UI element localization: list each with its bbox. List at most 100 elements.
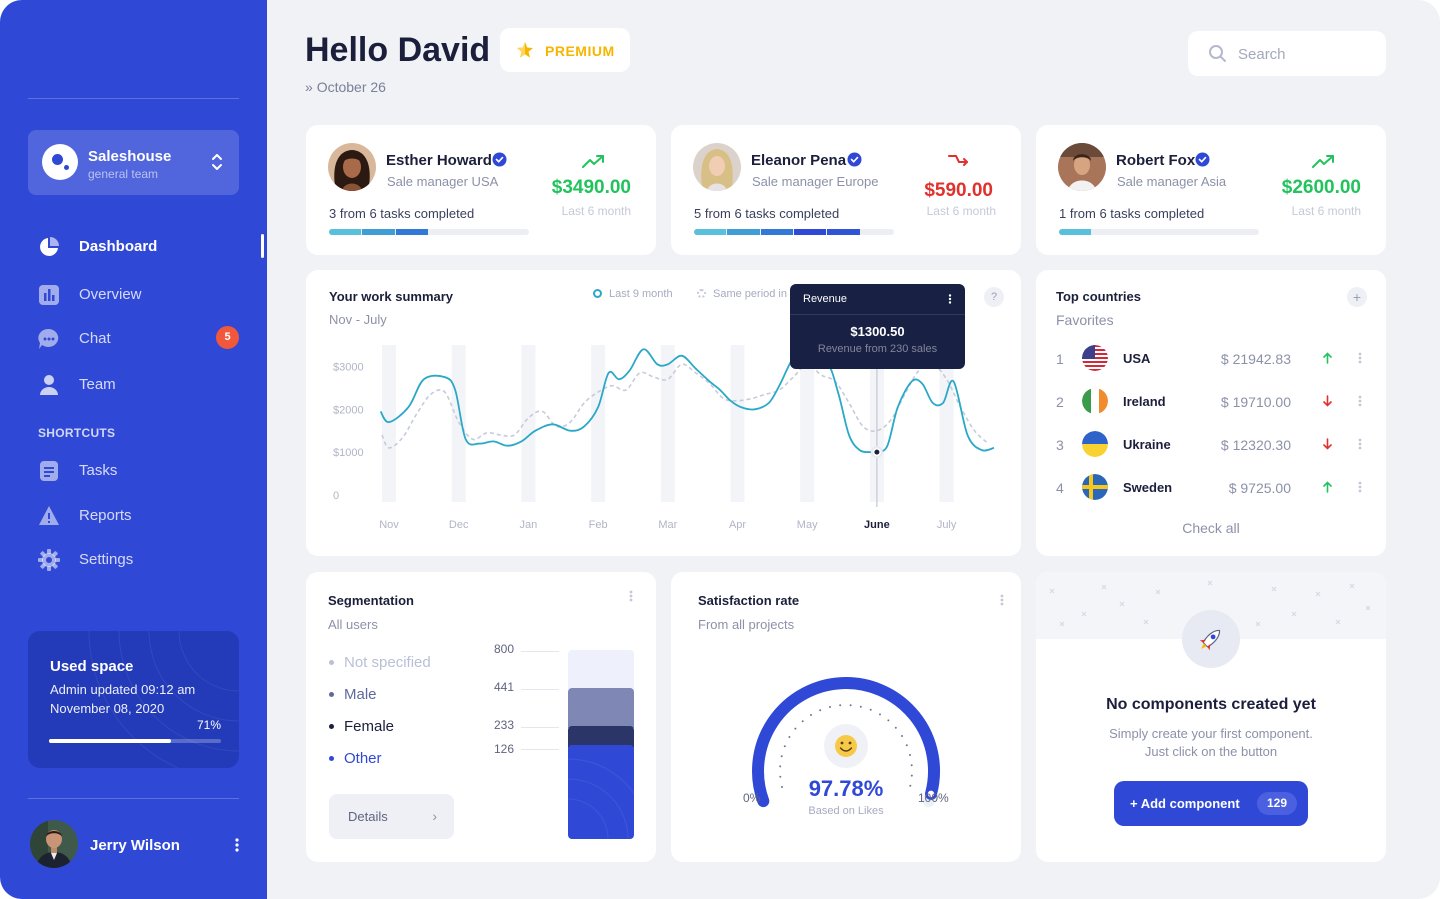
rocket-icon xyxy=(1182,610,1240,668)
country-row[interactable]: 3 Ukraine $ 12320.30 xyxy=(1036,429,1386,459)
dashboard-window: Saleshouse general team Dashboard Overvi… xyxy=(0,0,1440,899)
segment-bar-not-specified xyxy=(568,650,634,690)
y-tick-label: $1000 xyxy=(333,447,364,459)
country-rank: 3 xyxy=(1056,437,1064,453)
segment-label: Other xyxy=(344,750,382,767)
search-input[interactable] xyxy=(1238,42,1373,66)
task-progress-text: 3 from 6 tasks completed xyxy=(329,206,475,221)
used-space-percent: 71% xyxy=(196,718,221,732)
segment-bar-male xyxy=(568,688,634,728)
nav-label: Chat xyxy=(79,330,111,347)
page-title: Hello David xyxy=(305,31,491,69)
details-label: Details xyxy=(348,809,388,824)
task-progress-bar xyxy=(329,229,529,235)
kebab-menu-icon[interactable] xyxy=(1358,438,1362,450)
add-country-button[interactable]: + xyxy=(1347,287,1367,307)
user-menu-icon[interactable] xyxy=(234,838,240,852)
nav-label: Tasks xyxy=(79,462,118,479)
nav-item-tasks[interactable]: Tasks xyxy=(38,458,248,484)
sales-value: $3490.00 xyxy=(551,177,631,198)
segmentation-card: Segmentation All users Not specified Mal… xyxy=(306,572,656,862)
nav-item-reports[interactable]: Reports xyxy=(38,503,248,529)
usa-flag-icon xyxy=(1082,345,1108,371)
x-tick-label: July xyxy=(937,519,957,531)
manager-card[interactable]: Robert Fox Sale manager Asia 1 from 6 ta… xyxy=(1036,125,1386,255)
sidebar-divider xyxy=(28,98,239,99)
gear-icon xyxy=(38,549,60,571)
gauge-max-label: 100% xyxy=(918,791,949,805)
manager-role: Sale manager Asia xyxy=(1117,174,1227,189)
team-switcher[interactable]: Saleshouse general team xyxy=(28,130,239,195)
star-icon xyxy=(517,42,533,58)
component-count-badge: 129 xyxy=(1257,792,1297,815)
team-subtitle: general team xyxy=(88,167,159,181)
y-tick-label: $3000 xyxy=(333,361,364,373)
country-row[interactable]: 2 Ireland $ 19710.00 xyxy=(1036,386,1386,416)
gauge-tick xyxy=(779,765,782,768)
segment-value: 126 xyxy=(493,742,514,756)
nav-label: Settings xyxy=(79,551,134,568)
progress-segment xyxy=(362,229,395,235)
nav-item-overview[interactable]: Overview xyxy=(38,282,248,308)
manager-card[interactable]: Eleanor Pena Sale manager Europe 5 from … xyxy=(671,125,1021,255)
used-space-date: November 08, 2020 xyxy=(50,701,165,716)
premium-badge[interactable]: PREMIUM xyxy=(500,28,630,72)
nav-item-settings[interactable]: Settings xyxy=(38,547,248,573)
bar-chart-icon xyxy=(39,285,59,305)
manager-card[interactable]: Esther Howard Sale manager USA 3 from 6 … xyxy=(306,125,656,255)
manager-role: Sale manager Europe xyxy=(752,174,879,189)
add-component-button[interactable]: + Add component 129 xyxy=(1114,781,1308,826)
nav-item-dashboard[interactable]: Dashboard xyxy=(38,234,248,260)
details-button[interactable]: Details › xyxy=(329,794,454,839)
gauge-tick xyxy=(801,720,804,723)
country-row[interactable]: 4 Sweden $ 9725.00 xyxy=(1036,472,1386,502)
sales-value: $2600.00 xyxy=(1281,177,1361,198)
current-date: » October 26 xyxy=(305,79,386,95)
smiley-icon xyxy=(835,735,857,757)
kebab-menu-icon[interactable] xyxy=(948,294,952,304)
progress-segment xyxy=(760,229,793,235)
ukraine-flag-icon xyxy=(1082,431,1108,457)
trend-up-icon xyxy=(582,155,604,168)
manager-name: Robert Fox xyxy=(1116,152,1196,169)
segment-value: 233 xyxy=(493,718,514,732)
segment-leader-line xyxy=(521,651,559,652)
chart-tooltip: Revenue $1300.50 Revenue from 230 sales xyxy=(790,284,965,369)
country-row[interactable]: 1 USA $ 21942.83 xyxy=(1036,343,1386,373)
gauge-tick xyxy=(894,726,897,729)
x-tick-label: May xyxy=(797,519,818,531)
check-all-link[interactable]: Check all xyxy=(1036,520,1386,536)
avatar xyxy=(30,820,78,868)
sales-period: Last 6 month xyxy=(926,204,996,218)
nav-label: Dashboard xyxy=(79,238,158,255)
sales-value: $590.00 xyxy=(924,180,993,201)
current-user[interactable]: Jerry Wilson xyxy=(30,820,245,870)
kebab-menu-icon[interactable] xyxy=(1358,481,1362,493)
team-name: Saleshouse xyxy=(88,148,172,165)
smiley-eye xyxy=(848,741,852,745)
chat-unread-badge: 5 xyxy=(216,326,239,349)
kebab-menu-icon[interactable] xyxy=(1358,395,1362,407)
gauge-tick xyxy=(849,704,852,707)
task-progress-text: 5 from 6 tasks completed xyxy=(694,206,840,221)
top-countries-title: Top countries xyxy=(1056,289,1141,304)
used-space-title: Used space xyxy=(50,658,134,675)
nav-item-team[interactable]: Team xyxy=(38,372,248,398)
gauge-tick xyxy=(901,735,903,737)
gauge-tick xyxy=(879,713,881,716)
progress-segment xyxy=(395,229,428,235)
verified-badge-icon xyxy=(492,152,507,167)
used-space-updated: Admin updated 09:12 am xyxy=(50,682,196,697)
used-space-progress xyxy=(49,739,221,743)
search-box[interactable] xyxy=(1188,31,1386,76)
warning-icon xyxy=(39,506,59,525)
kebab-menu-icon[interactable] xyxy=(1000,594,1004,606)
country-amount: $ 21942.83 xyxy=(1220,351,1291,367)
kebab-menu-icon[interactable] xyxy=(629,590,633,602)
empty-state-title: No components created yet xyxy=(1106,696,1316,713)
work-summary-card: Your work summary Nov - July Last 9 mont… xyxy=(306,270,1021,556)
segment-value: 800 xyxy=(493,642,514,656)
kebab-menu-icon[interactable] xyxy=(1358,352,1362,364)
verified-badge-icon xyxy=(1195,152,1210,167)
chevron-right-icon: › xyxy=(432,808,437,824)
